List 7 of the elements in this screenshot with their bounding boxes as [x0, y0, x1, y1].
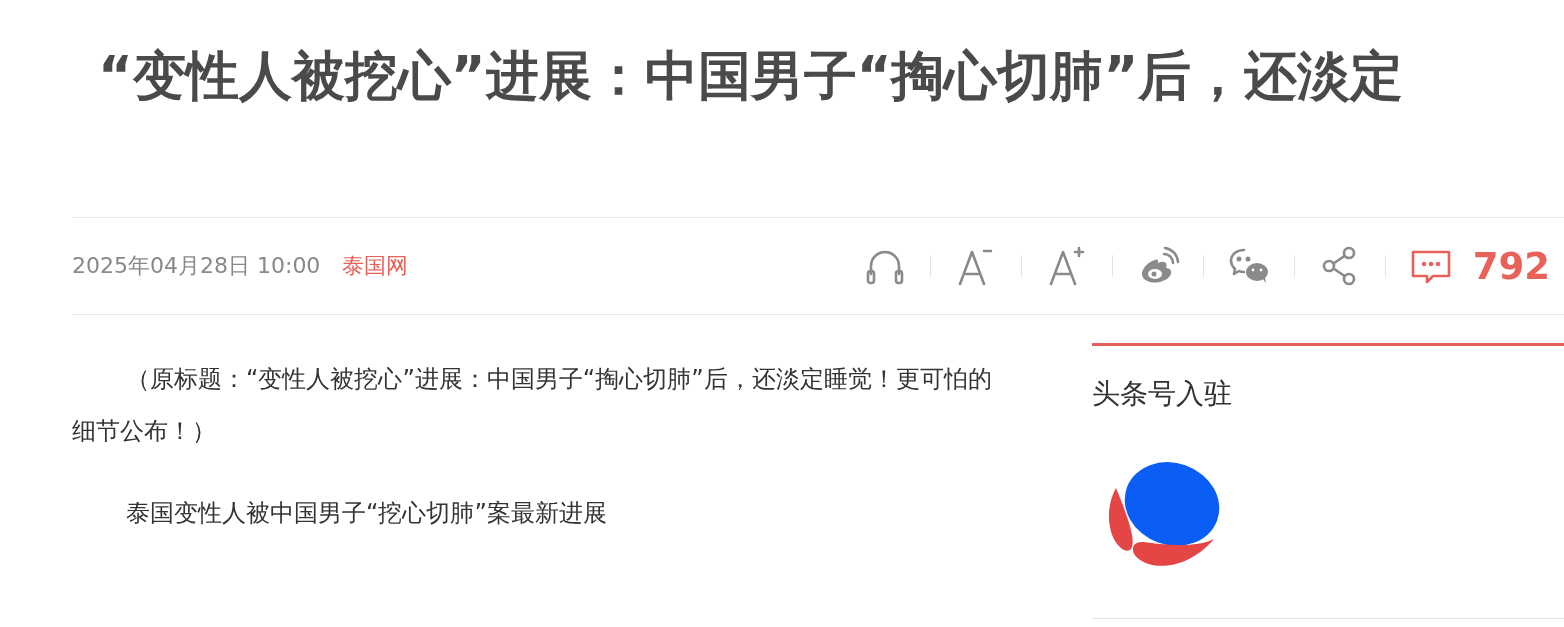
- comment-count[interactable]: 792: [1472, 244, 1550, 288]
- publish-date: 2025年04月28日 10:00: [72, 252, 321, 280]
- article-headline: “变性人被挖心”进展：中国男子“掏心切肺”后，还淡定: [72, 0, 1564, 218]
- sidebar-heading: 头条号入驻: [1092, 376, 1233, 412]
- source-link[interactable]: 泰国网: [342, 251, 409, 281]
- article-paragraph: （原标题：“变性人被挖心”进展：中国男子“掏心切肺”后，还淡定睡觉！更可怕的细节公布！）: [72, 364, 993, 447]
- article-paragraph: 泰国变性人被中国男子“挖心切肺”案最新进展: [125, 498, 608, 529]
